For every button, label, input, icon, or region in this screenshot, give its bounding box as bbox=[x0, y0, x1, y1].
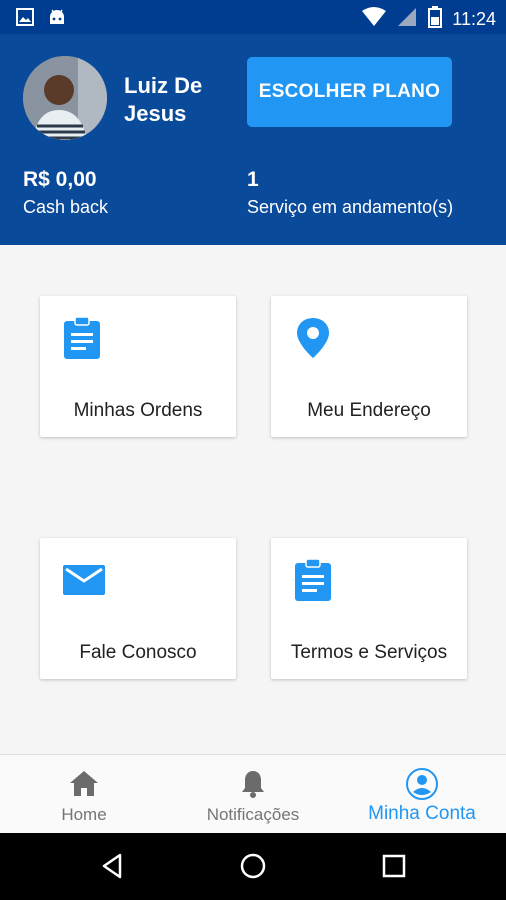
wifi-icon bbox=[362, 7, 387, 32]
nav-item-my-account[interactable]: Minha Conta bbox=[338, 755, 506, 834]
mail-icon bbox=[62, 558, 105, 602]
nav-label: Notificações bbox=[206, 805, 300, 824]
system-navigation-bar bbox=[0, 833, 506, 900]
services-count: 1 bbox=[247, 168, 259, 191]
home-icon bbox=[67, 767, 101, 801]
clipboard-icon bbox=[293, 558, 333, 602]
bottom-navigation: Home Notificações Minha Conta bbox=[0, 754, 506, 833]
back-icon[interactable] bbox=[98, 851, 128, 881]
nav-label: Home bbox=[61, 805, 107, 824]
home-circle-icon[interactable] bbox=[238, 851, 268, 881]
avatar[interactable] bbox=[23, 56, 107, 140]
user-name: Luiz De Jesus bbox=[124, 73, 203, 126]
profile-header: Luiz De Jesus ESCOLHER PLANO R$ 0,00 Cas… bbox=[0, 34, 506, 245]
android-icon bbox=[48, 8, 66, 31]
bell-icon bbox=[236, 767, 270, 801]
cashback-label: Cash back bbox=[23, 197, 109, 217]
battery-icon bbox=[428, 6, 443, 33]
signal-icon bbox=[396, 7, 418, 32]
recents-icon[interactable] bbox=[379, 851, 409, 881]
status-time: 11:24 bbox=[452, 9, 496, 29]
card-label: Minhas Ordens bbox=[73, 400, 203, 421]
clipboard-icon bbox=[62, 316, 102, 360]
card-label: Meu Endereço bbox=[307, 400, 431, 421]
nav-item-notifications[interactable]: Notificações bbox=[169, 755, 337, 834]
choose-plan-button[interactable]: ESCOLHER PLANO bbox=[247, 57, 452, 127]
card-label: Termos e Serviços bbox=[290, 642, 448, 663]
card-contact-us[interactable]: Fale Conosco bbox=[40, 538, 236, 679]
image-icon bbox=[16, 8, 34, 31]
nav-item-home[interactable]: Home bbox=[0, 755, 168, 834]
card-terms-services[interactable]: Termos e Serviços bbox=[271, 538, 467, 679]
cashback-value: R$ 0,00 bbox=[23, 168, 97, 191]
nav-label: Minha Conta bbox=[368, 803, 476, 824]
card-my-orders[interactable]: Minhas Ordens bbox=[40, 296, 236, 437]
card-label: Fale Conosco bbox=[79, 642, 197, 663]
card-my-address[interactable]: Meu Endereço bbox=[271, 296, 467, 437]
account-circle-icon bbox=[405, 767, 439, 801]
location-pin-icon bbox=[293, 316, 333, 360]
status-bar: 11:24 bbox=[0, 0, 506, 34]
services-label: Serviço em andamento(s) bbox=[247, 197, 454, 217]
